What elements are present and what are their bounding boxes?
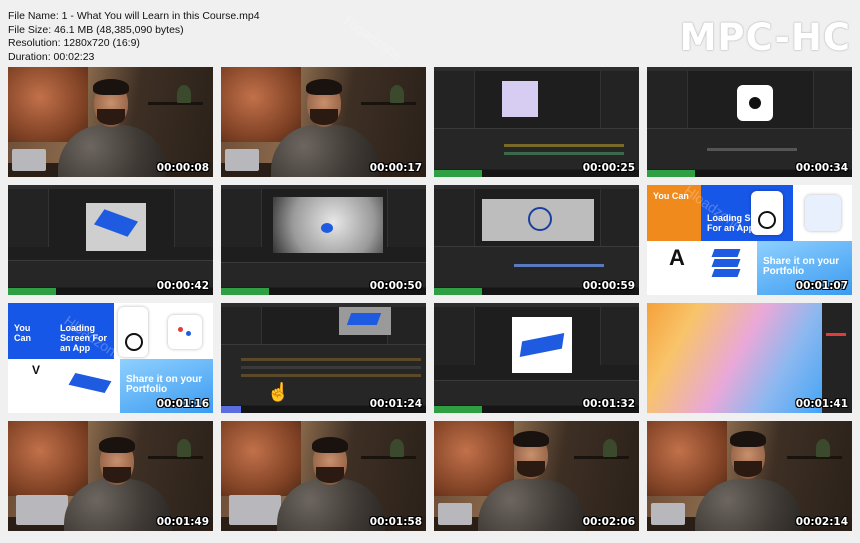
timestamp: 00:01:49	[156, 516, 209, 528]
timestamp: 00:01:41	[795, 398, 848, 410]
thumbnail[interactable]: ☝ 00:01:24	[221, 303, 426, 413]
thumbnail[interactable]: 00:01:32	[434, 303, 639, 413]
thumbnail[interactable]: 00:00:34	[647, 67, 852, 177]
file-info: File Name: 1 - What You will Learn in th…	[8, 10, 260, 64]
timestamp: 00:01:32	[582, 398, 635, 410]
timestamp: 00:00:08	[156, 162, 209, 174]
thumbnail[interactable]: You Can Loading Screen For an App V Shar…	[8, 303, 213, 413]
thumbnail[interactable]: 00:01:58	[221, 421, 426, 531]
thumbnail[interactable]: You Can Loading Screen For an App A Shar…	[647, 185, 852, 295]
thumbnail[interactable]: 00:00:42	[8, 185, 213, 295]
timestamp: 00:02:14	[795, 516, 848, 528]
thumbnail[interactable]: 00:00:17	[221, 67, 426, 177]
slide-you-can: You Can	[8, 303, 54, 359]
file-size: File Size: 46.1 MB (48,385,090 bytes)	[8, 23, 184, 36]
slide-loading: Loading Screen For an App	[54, 303, 114, 359]
timestamp: 00:00:50	[369, 280, 422, 292]
hand-cursor-icon: ☝	[267, 382, 290, 402]
timestamp: 00:00:25	[582, 162, 635, 174]
timestamp: 00:00:34	[795, 162, 848, 174]
file-name: File Name: 1 - What You will Learn in th…	[8, 10, 260, 22]
thumbnail[interactable]: 00:00:59	[434, 185, 639, 295]
resolution: Resolution: 1280x720 (16:9)	[8, 37, 140, 49]
slide-letter-a: A	[669, 245, 685, 270]
thumbnail[interactable]: 00:01:41	[647, 303, 852, 413]
mpc-hc-logo: MPC-HC	[679, 16, 851, 59]
slide-you-can: You Can	[647, 185, 701, 241]
timestamp: 00:01:07	[795, 280, 848, 292]
thumbnail[interactable]: 00:00:08	[8, 67, 213, 177]
timestamp: 00:00:42	[156, 280, 209, 292]
timestamp: 00:01:16	[156, 398, 209, 410]
thumbnail[interactable]: 00:02:14	[647, 421, 852, 531]
timestamp: 00:02:06	[582, 516, 635, 528]
slide-letter-v: V	[32, 363, 41, 377]
timestamp: 00:00:59	[582, 280, 635, 292]
thumbnail[interactable]: 00:00:50	[221, 185, 426, 295]
timestamp: 00:00:17	[369, 162, 422, 174]
timestamp: 00:01:24	[369, 398, 422, 410]
thumbnail[interactable]: 00:00:25	[434, 67, 639, 177]
timestamp: 00:01:58	[369, 516, 422, 528]
thumbnail-grid: 00:00:08 00:00:17 00:00:25 00:00:34 00:0…	[8, 67, 852, 531]
thumbnail[interactable]: 00:02:06	[434, 421, 639, 531]
thumbnail[interactable]: 00:01:49	[8, 421, 213, 531]
watermark: Hloadzone	[341, 12, 406, 64]
duration: Duration: 00:02:23	[8, 50, 95, 63]
